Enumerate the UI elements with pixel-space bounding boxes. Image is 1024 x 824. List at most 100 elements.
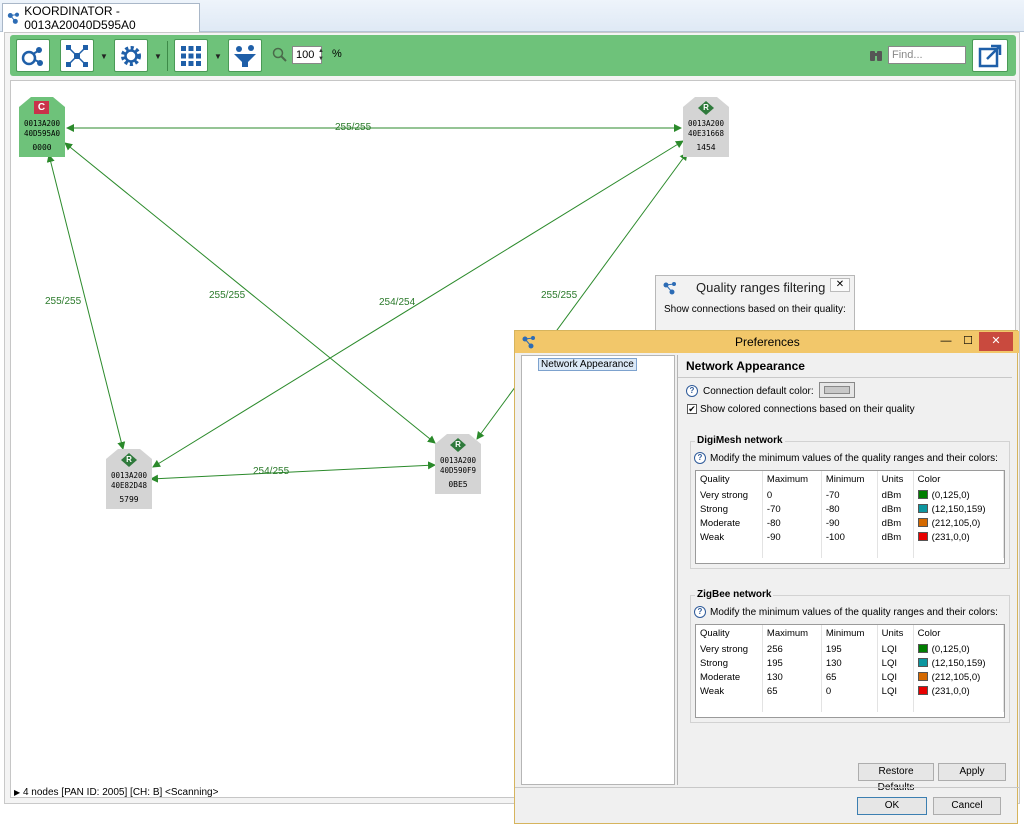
zoom-spinner[interactable]: ▲ ▼ xyxy=(316,47,326,63)
network-icon xyxy=(7,12,20,24)
color-cell[interactable]: (212,105,0) xyxy=(913,516,1005,530)
restore-defaults-button[interactable]: Restore Defaults xyxy=(858,763,934,793)
table-row[interactable]: Moderate 130 65 LQI (212,105,0) xyxy=(696,670,1005,684)
preferences-page: Network Appearance ? Connection default … xyxy=(677,355,1012,793)
digimesh-quality-table[interactable]: Quality Maximum Minimum Units Color Very… xyxy=(695,470,1005,564)
minimum-cell[interactable]: 0 xyxy=(821,684,878,698)
maximum-cell[interactable]: 0 xyxy=(762,488,822,502)
table-row[interactable]: Moderate -80 -90 dBm (212,105,0) xyxy=(696,516,1005,530)
status-bar[interactable]: ▶ 4 nodes [PAN ID: 2005] [CH: B] <Scanni… xyxy=(14,787,218,798)
discover-button[interactable] xyxy=(16,39,50,72)
color-cell[interactable]: (12,150,159) xyxy=(913,656,1005,670)
maximum-cell[interactable]: 256 xyxy=(762,642,822,656)
color-cell[interactable]: (231,0,0) xyxy=(913,530,1005,544)
dialog-titlebar[interactable]: Preferences — ☐ ✕ xyxy=(515,331,1019,353)
edge-label: 255/255 xyxy=(209,290,246,301)
filter-button[interactable] xyxy=(228,39,262,72)
zigbee-quality-table[interactable]: Quality Maximum Minimum Units Color Very… xyxy=(695,624,1005,718)
node-address: 0013A200 40E82D48 xyxy=(110,471,148,490)
minimize-button[interactable]: — xyxy=(935,332,957,351)
units-cell: LQI xyxy=(877,656,914,670)
node-network-address: 0BE5 xyxy=(448,480,468,489)
table-row[interactable]: Strong 195 130 LQI (12,150,159) xyxy=(696,656,1005,670)
units-cell: LQI xyxy=(877,684,914,698)
units-cell: dBm xyxy=(877,502,914,516)
table-row[interactable]: Weak -90 -100 dBm (231,0,0) xyxy=(696,530,1005,544)
external-window-icon xyxy=(978,44,1002,67)
view-button[interactable] xyxy=(174,39,208,72)
column-header: Units xyxy=(877,471,914,488)
view-dropdown-icon[interactable]: ▼ xyxy=(214,52,222,61)
cancel-button[interactable]: Cancel xyxy=(933,797,1001,815)
color-cell[interactable]: (12,150,159) xyxy=(913,502,1005,516)
divider xyxy=(515,787,1019,788)
maximize-button[interactable]: ☐ xyxy=(957,332,979,351)
minimum-cell[interactable]: -100 xyxy=(821,530,878,544)
ok-button[interactable]: OK xyxy=(857,797,927,815)
color-swatch xyxy=(917,686,928,696)
maximum-cell[interactable]: 65 xyxy=(762,684,822,698)
maximum-cell[interactable]: 130 xyxy=(762,670,822,684)
maximum-cell[interactable]: -90 xyxy=(762,530,822,544)
export-button[interactable] xyxy=(972,39,1008,72)
binoculars-icon xyxy=(870,51,882,61)
default-color-button[interactable] xyxy=(819,382,855,398)
maximum-cell[interactable]: -80 xyxy=(762,516,822,530)
color-cell[interactable]: (0,125,0) xyxy=(913,488,1005,502)
table-row[interactable]: Strong -70 -80 dBm (12,150,159) xyxy=(696,502,1005,516)
settings-button[interactable] xyxy=(114,39,148,72)
topology-icon xyxy=(66,44,88,67)
layout-button[interactable] xyxy=(60,39,94,72)
close-button[interactable]: ✕ xyxy=(830,278,850,292)
minimum-cell[interactable]: -90 xyxy=(821,516,878,530)
close-button[interactable]: ✕ xyxy=(979,332,1013,351)
table-row[interactable]: Very strong 256 195 LQI (0,125,0) xyxy=(696,642,1005,656)
expand-arrow-icon[interactable]: ▶ xyxy=(14,788,20,797)
table-header: Quality Maximum Minimum Units Color xyxy=(696,471,1005,488)
color-cell[interactable]: (0,125,0) xyxy=(913,642,1005,656)
minimum-cell[interactable]: -70 xyxy=(821,488,878,502)
group-help-text: Modify the minimum values of the quality… xyxy=(710,453,998,464)
column-header: Units xyxy=(877,625,914,642)
preferences-dialog: Preferences — ☐ ✕ Network Appearance Net… xyxy=(514,330,1019,824)
edge-label: 255/255 xyxy=(45,296,82,307)
show-colored-label: Show colored connections based on their … xyxy=(700,404,915,415)
help-icon[interactable]: ? xyxy=(694,606,706,618)
layout-dropdown-icon[interactable]: ▼ xyxy=(100,52,108,61)
tree-item-network-appearance[interactable]: Network Appearance xyxy=(538,358,637,371)
close-icon: ✕ xyxy=(991,335,1001,347)
node-router[interactable]: R 0013A200 40D590F9 0BE5 xyxy=(435,434,481,494)
find-input[interactable]: Find... xyxy=(888,46,966,64)
maximum-cell[interactable]: 195 xyxy=(762,656,822,670)
help-icon[interactable]: ? xyxy=(686,385,698,397)
maximum-cell[interactable]: -70 xyxy=(762,502,822,516)
minimum-cell[interactable]: -80 xyxy=(821,502,878,516)
filter-funnel-icon xyxy=(234,44,256,67)
minimum-cell[interactable]: 65 xyxy=(821,670,878,684)
table-row[interactable]: Very strong 0 -70 dBm (0,125,0) xyxy=(696,488,1005,502)
quality-cell: Weak xyxy=(696,530,763,544)
apply-button[interactable]: Apply xyxy=(938,763,1006,781)
node-router[interactable]: R 0013A200 40E31668 1454 xyxy=(683,97,729,157)
status-text: 4 nodes [PAN ID: 2005] [CH: B] <Scanning… xyxy=(22,787,219,798)
quality-cell: Weak xyxy=(696,684,763,698)
column-header: Minimum xyxy=(821,471,878,488)
router-badge: R xyxy=(455,440,461,449)
node-coordinator[interactable]: C 0013A200 40D595A0 0000 xyxy=(19,97,65,157)
minimum-cell[interactable]: 195 xyxy=(821,642,878,656)
column-header: Quality xyxy=(696,625,763,642)
edge-label: 255/255 xyxy=(541,290,578,301)
settings-dropdown-icon[interactable]: ▼ xyxy=(154,52,162,61)
tab-koordinator[interactable]: KOORDINATOR - 0013A20040D595A0 xyxy=(2,3,200,32)
color-cell[interactable]: (231,0,0) xyxy=(913,684,1005,698)
column-header: Quality xyxy=(696,471,763,488)
help-icon[interactable]: ? xyxy=(694,452,706,464)
units-cell: LQI xyxy=(877,670,914,684)
minimum-cell[interactable]: 130 xyxy=(821,656,878,670)
table-row[interactable]: Weak 65 0 LQI (231,0,0) xyxy=(696,684,1005,698)
node-router[interactable]: R 0013A200 40E82D48 5799 xyxy=(106,449,152,509)
table-header: Quality Maximum Minimum Units Color xyxy=(696,625,1005,642)
show-colored-checkbox[interactable]: ✔ xyxy=(687,404,697,414)
color-cell[interactable]: (212,105,0) xyxy=(913,670,1005,684)
column-header: Maximum xyxy=(762,471,822,488)
